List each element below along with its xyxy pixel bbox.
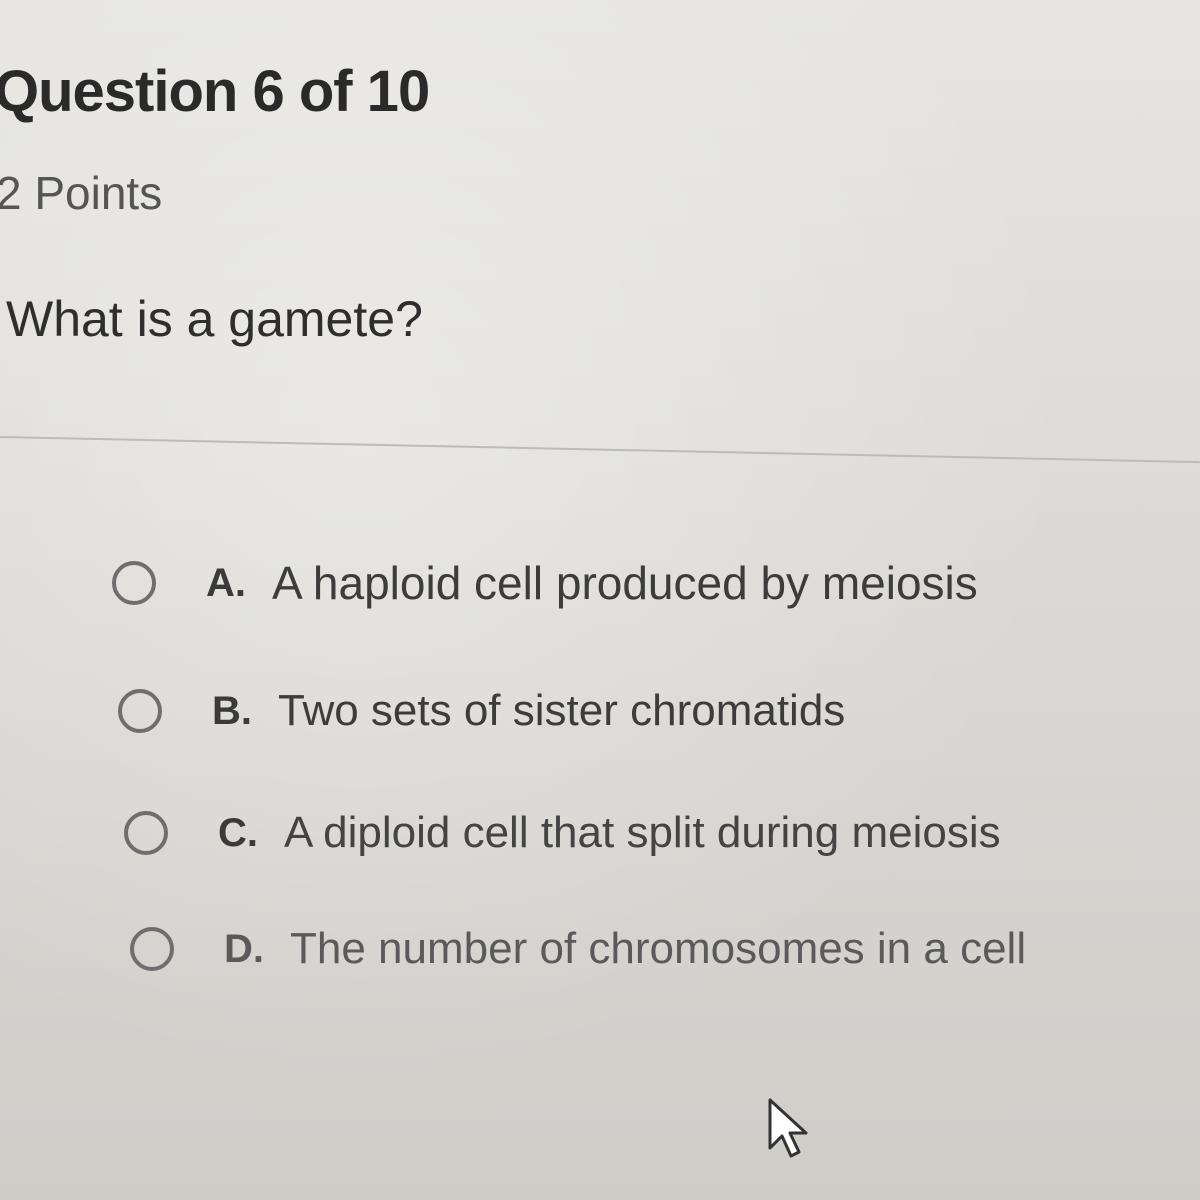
option-text: The number of chromosomes in a cell — [290, 924, 1027, 973]
radio-button-icon[interactable] — [124, 811, 168, 855]
mouse-pointer-icon — [768, 1098, 808, 1158]
radio-button-icon[interactable] — [118, 689, 162, 733]
answer-option-a[interactable]: A. A haploid cell produced by meiosis — [112, 556, 978, 610]
question-points: 2 Points — [0, 167, 163, 219]
question-prompt: What is a gamete? — [6, 291, 423, 347]
option-letter: B. — [212, 688, 252, 733]
radio-button-icon[interactable] — [130, 927, 174, 971]
question-title: Question 6 of 10 — [0, 59, 430, 124]
question-header: Question 6 of 10 2 Points What is a game… — [0, 0, 1200, 430]
option-text: Two sets of sister chromatids — [278, 686, 846, 735]
divider — [0, 436, 1200, 464]
option-letter: D. — [224, 926, 264, 971]
answer-option-b[interactable]: B. Two sets of sister chromatids — [118, 686, 845, 736]
answer-option-d[interactable]: D. The number of chromosomes in a cell — [130, 924, 1026, 974]
quiz-screen: Question 6 of 10 2 Points What is a game… — [0, 0, 1200, 1200]
option-letter: A. — [206, 560, 246, 605]
answer-option-c[interactable]: C. A diploid cell that split during meio… — [124, 808, 1001, 858]
option-letter: C. — [218, 810, 258, 855]
radio-button-icon[interactable] — [112, 561, 156, 605]
option-text: A haploid cell produced by meiosis — [272, 557, 978, 609]
option-text: A diploid cell that split during meiosis — [284, 808, 1001, 857]
